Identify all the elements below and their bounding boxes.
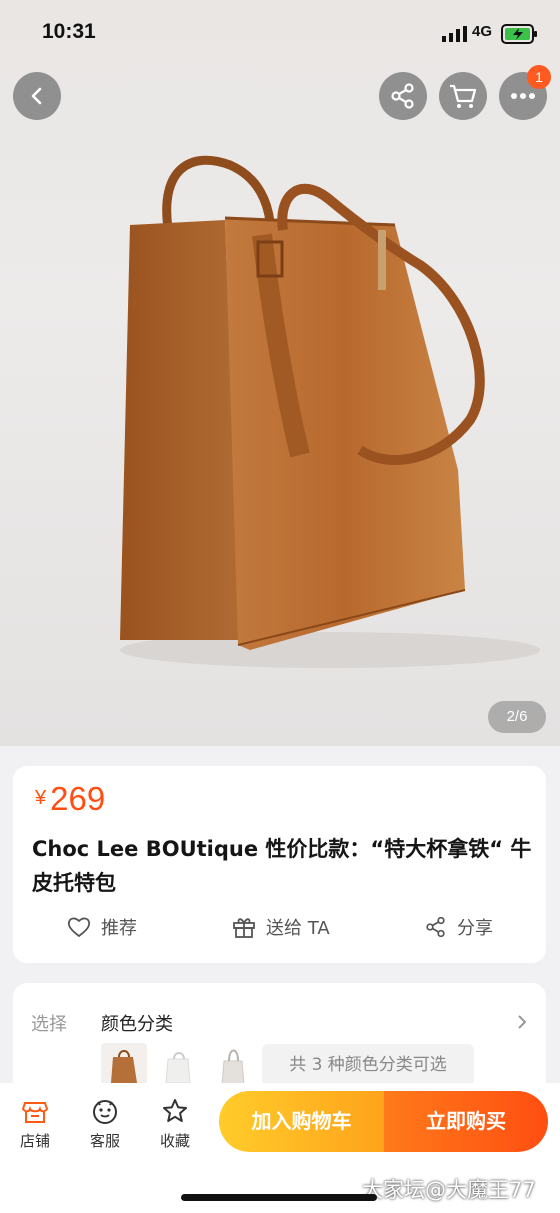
more-icon [511,93,535,99]
status-bar: 10:31 4G [0,0,560,66]
add-to-cart-button[interactable]: 加入购物车 [219,1091,384,1152]
star-icon [163,1099,187,1122]
shop-icon [21,1102,49,1123]
select-value: 颜色分类 [101,1014,173,1035]
price-value: 269 [50,780,106,817]
select-label: 选择 [31,1014,67,1035]
recommend-label: 推荐 [101,918,137,939]
service-icon [93,1100,117,1124]
watermark: 大家坛@大魔王77 [362,1178,536,1202]
gift-label: 送给 TA [266,918,330,939]
share-label: 分享 [457,918,493,939]
share-button[interactable] [379,72,427,120]
product-title: Choc Lee BOUtique 性价比款：“特大杯拿铁“ 牛皮托特包 [32,837,532,895]
back-button[interactable] [13,72,61,120]
back-icon [31,87,42,105]
price: ¥269 [35,780,105,818]
product-info-card: ¥269 Choc Lee BOUtique 性价比款：“特大杯拿铁“ 牛皮托特… [13,766,546,963]
notification-badge: 1 [527,65,551,89]
buy-now-button[interactable]: 立即购买 [384,1091,548,1152]
gift-button[interactable]: 送给 TA [232,914,330,940]
share-icon [391,83,414,109]
network-label: 4G [472,23,493,40]
heart-icon [67,917,91,938]
variant-count: 共 3 种颜色分类可选 [262,1044,474,1086]
shop-tab[interactable]: 店铺 [5,1097,65,1151]
cart-button[interactable] [439,72,487,120]
share-icon [426,916,445,938]
cart-icon [450,84,477,108]
product-image-gallery[interactable]: 10:31 4G 1 2/6 [0,0,560,746]
product-actions: 推荐 送给 TA 分享 [13,914,546,948]
share-action-button[interactable]: 分享 [425,914,493,940]
service-tab[interactable]: 客服 [75,1097,135,1151]
gallery-page-indicator: 2/6 [488,701,546,733]
home-indicator [181,1194,377,1201]
favorite-label: 收藏 [159,1132,190,1150]
signal-icon [442,26,467,42]
chevron-right-icon [518,1015,527,1029]
currency-symbol: ¥ [35,787,47,809]
shop-label: 店铺 [19,1132,50,1150]
bottom-action-bar: 店铺 客服 收藏 加入购物车 立即购买 大家坛@大魔王77 [0,1083,560,1213]
status-time: 10:31 [42,20,96,43]
gift-icon [233,918,255,938]
favorite-tab[interactable]: 收藏 [145,1097,205,1151]
battery-icon [501,24,537,44]
recommend-button[interactable]: 推荐 [67,914,137,940]
service-label: 客服 [89,1132,120,1150]
